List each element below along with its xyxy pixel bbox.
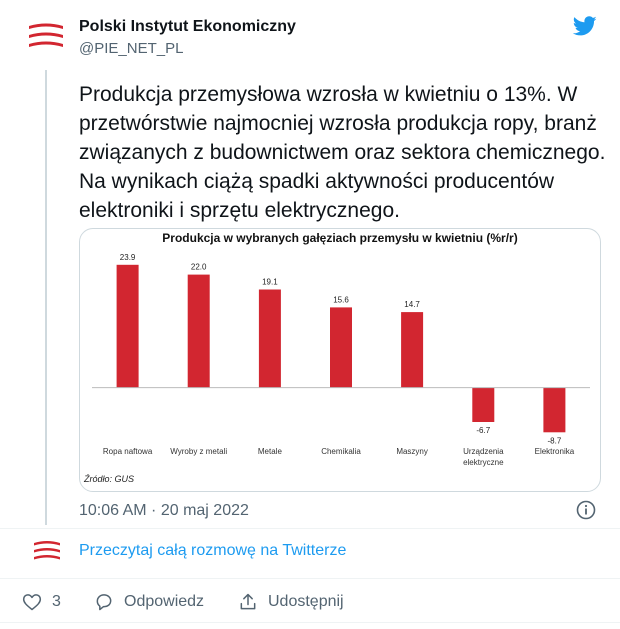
read-conversation-link[interactable]: Przeczytaj całą rozmowę na Twitterze bbox=[79, 542, 346, 560]
category-label-2: Metale bbox=[258, 447, 283, 456]
tweet-text: Produkcja przemysłowa wzrosła w kwietniu… bbox=[79, 83, 606, 222]
bar-value-label-4: 14.7 bbox=[404, 300, 420, 309]
chart-image[interactable]: Produkcja w wybranych gałęziach przemysł… bbox=[79, 228, 601, 492]
category-label-6: Elektronika bbox=[535, 447, 575, 456]
divider bbox=[0, 578, 620, 579]
bar-value-label-1: 22.0 bbox=[191, 263, 207, 272]
bar-3 bbox=[330, 307, 352, 388]
like-count: 3 bbox=[52, 593, 61, 610]
thread-line bbox=[45, 70, 47, 525]
author-handle[interactable]: @PIE_NET_PL bbox=[79, 40, 183, 57]
pie-small-logo-icon bbox=[34, 541, 60, 560]
bar-6 bbox=[543, 387, 566, 433]
reply-icon bbox=[96, 594, 112, 611]
reply-button[interactable]: Odpowiedz bbox=[94, 592, 204, 612]
category-label-3: Chemikalia bbox=[321, 447, 361, 456]
category-label-1: Wyroby z metali bbox=[170, 447, 227, 456]
bar-value-label-6: -8.7 bbox=[548, 436, 562, 445]
category-label-5-1: elektryczne bbox=[463, 458, 504, 467]
category-label-5-0: Urządzenia bbox=[463, 447, 504, 456]
divider bbox=[0, 528, 620, 529]
share-label: Udostępnij bbox=[268, 593, 344, 610]
category-label-0: Ropa naftowa bbox=[103, 447, 153, 456]
bar-value-label-3: 15.6 bbox=[333, 295, 349, 304]
bar-value-label-0: 23.9 bbox=[120, 253, 136, 262]
bar-value-label-5: -6.7 bbox=[476, 426, 490, 435]
bar-value-label-2: 19.1 bbox=[262, 278, 278, 287]
bar-1 bbox=[187, 274, 210, 388]
bar-5 bbox=[472, 387, 495, 422]
info-icon[interactable] bbox=[576, 500, 596, 520]
tweet-card: Polski Instytut Ekonomiczny @PIE_NET_PL … bbox=[0, 0, 620, 629]
heart-icon bbox=[22, 594, 42, 611]
reply-label: Odpowiedz bbox=[124, 593, 205, 610]
category-label-4: Maszyny bbox=[396, 447, 428, 456]
tweet-timestamp[interactable]: 10:06 AM · 20 maj 2022 bbox=[79, 502, 249, 520]
like-button[interactable]: 3 bbox=[22, 592, 61, 612]
share-button[interactable]: Udostępnij bbox=[238, 592, 344, 612]
bar-2 bbox=[258, 289, 281, 388]
bar-4 bbox=[401, 312, 424, 388]
bar-0 bbox=[116, 264, 139, 388]
divider bbox=[0, 622, 620, 623]
pie-logo-icon[interactable] bbox=[27, 22, 65, 52]
share-icon bbox=[240, 593, 256, 610]
author-name[interactable]: Polski Instytut Ekonomiczny bbox=[79, 18, 296, 36]
twitter-bird-icon[interactable] bbox=[571, 14, 599, 38]
chart-source: Źródło: GUS bbox=[84, 474, 135, 484]
bar-chart: 23.9 Ropa naftowa 22.0 Wyroby z metali 19.1 M… bbox=[92, 253, 590, 467]
